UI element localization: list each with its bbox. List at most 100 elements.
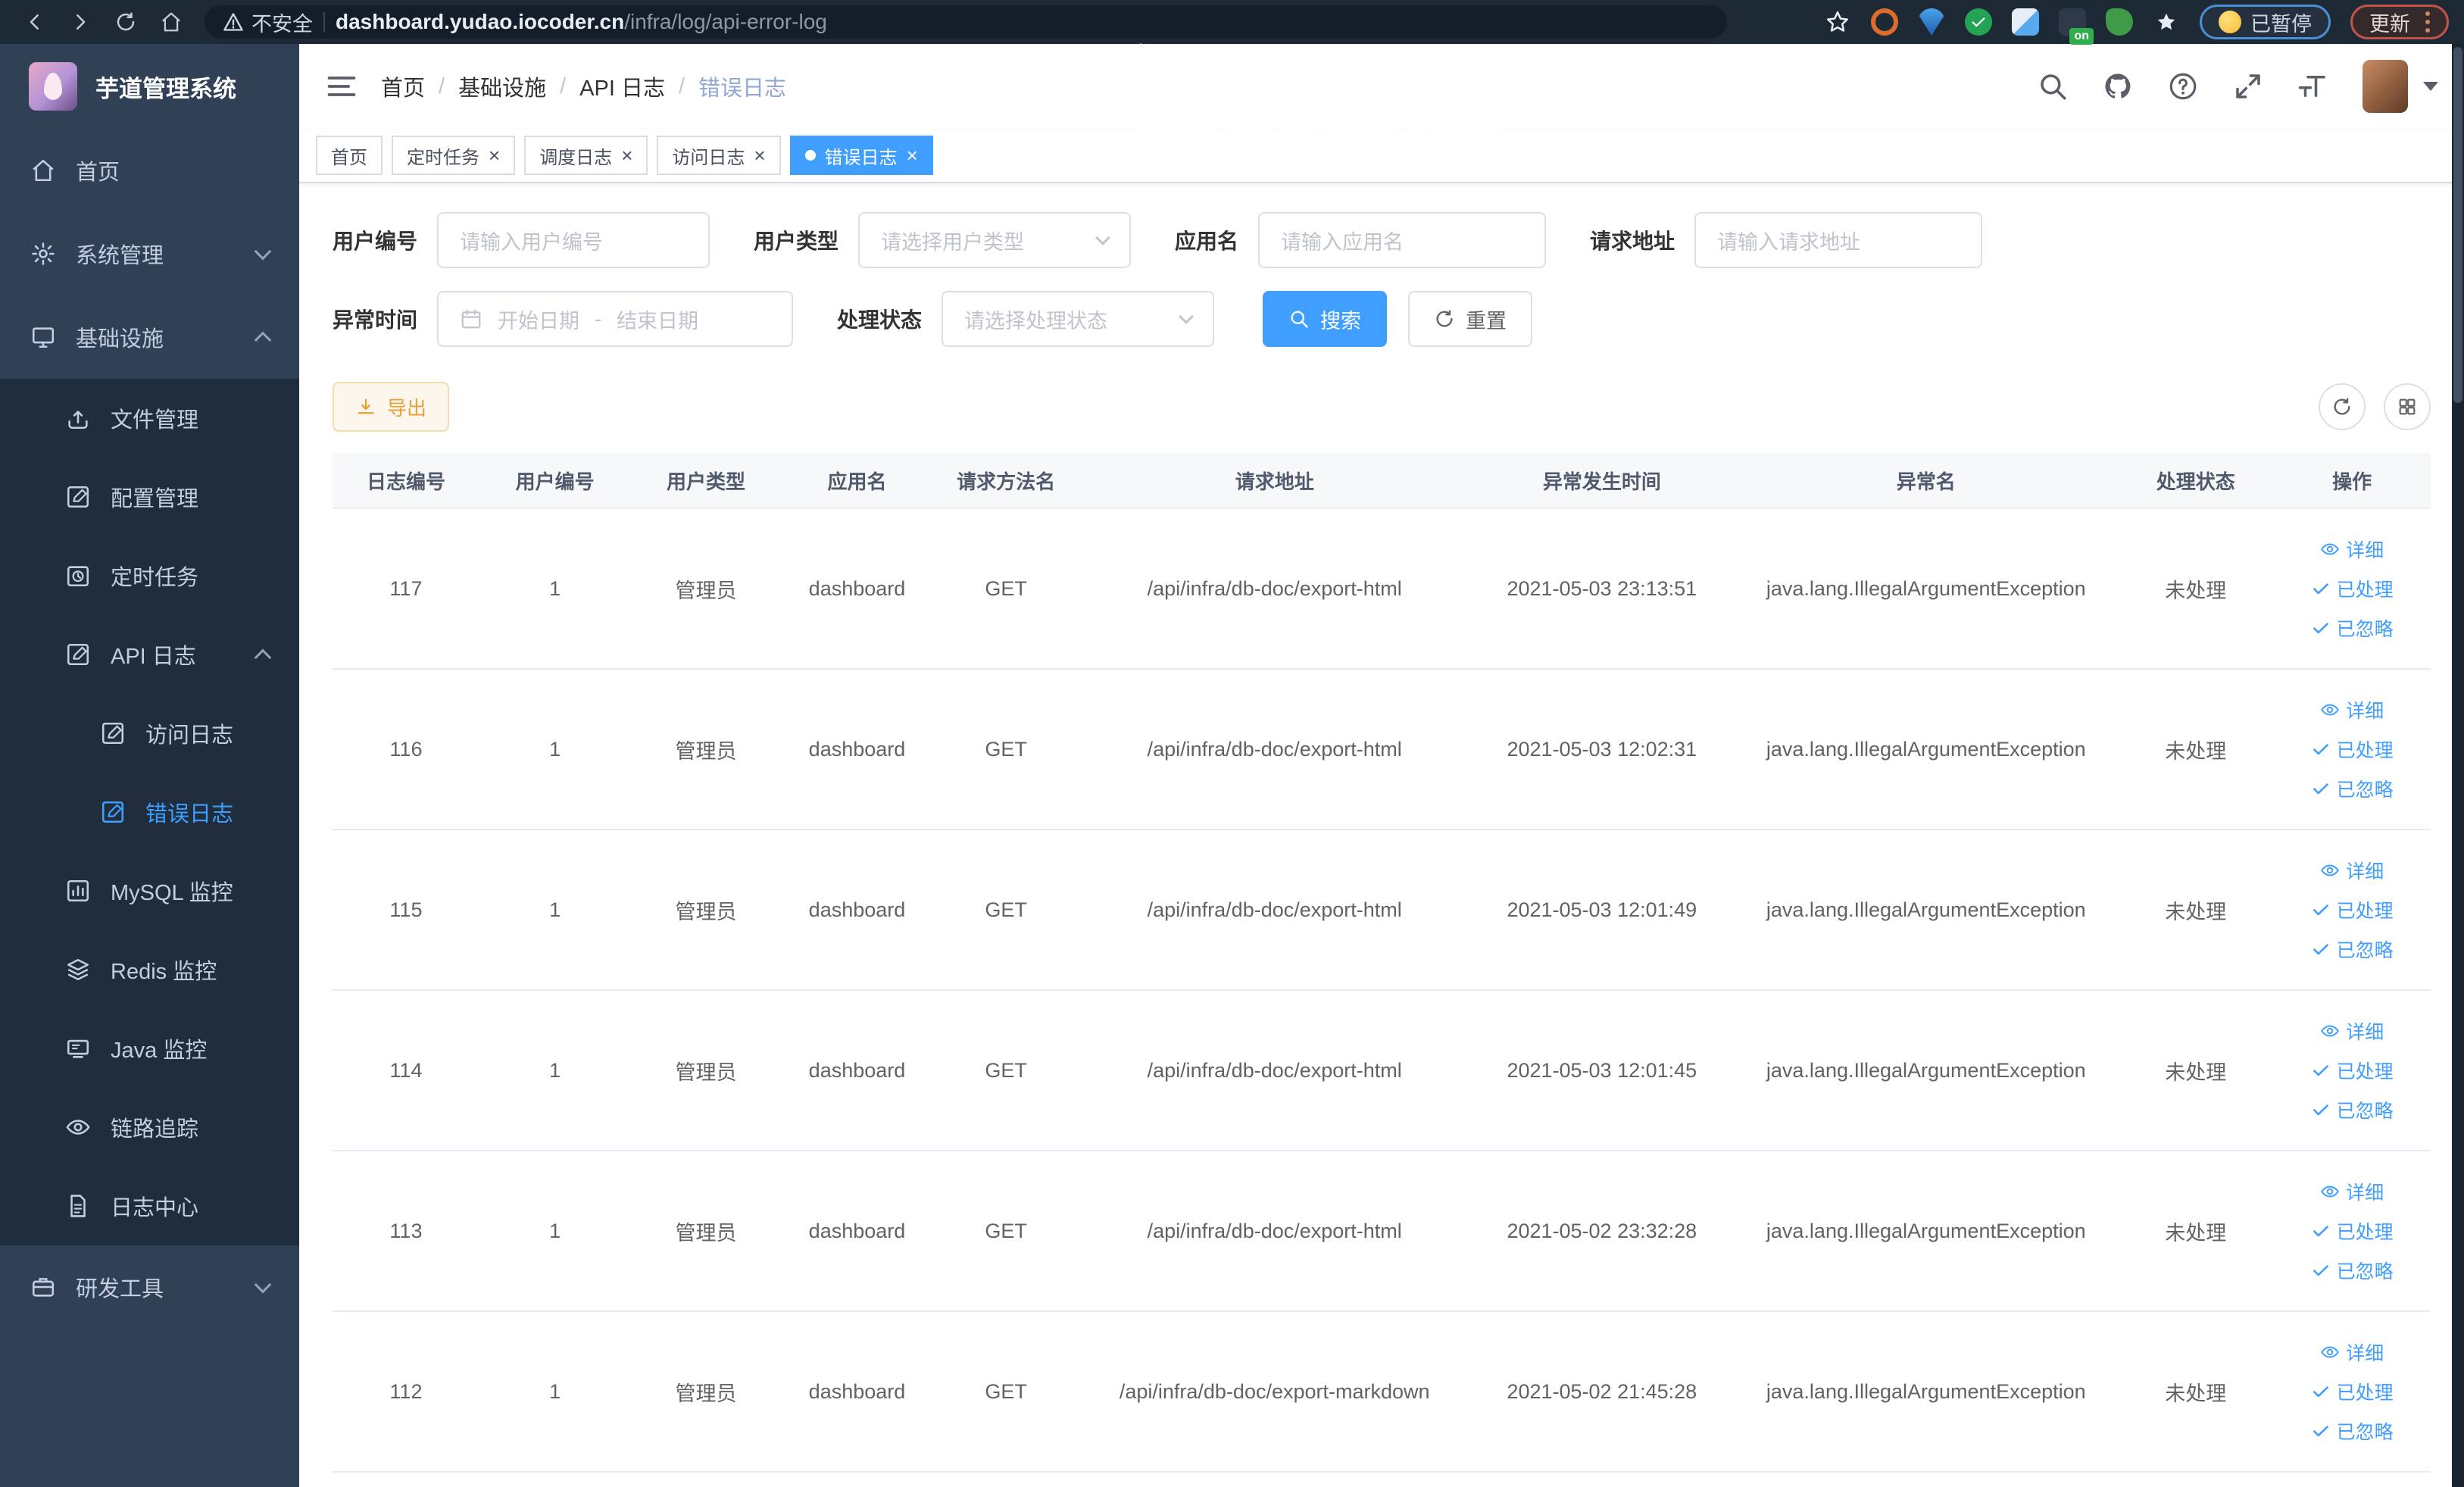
sidebar-item[interactable]: 配置管理: [0, 458, 299, 536]
scrollbar-thumb[interactable]: [2453, 47, 2462, 403]
address-bar[interactable]: 不安全 dashboard.yudao.iocoder.cn/infra/log…: [205, 5, 1727, 39]
sidebar-toggle-icon[interactable]: [325, 70, 358, 103]
sidebar-item[interactable]: 定时任务: [0, 536, 299, 615]
browser-menu-icon[interactable]: [2425, 11, 2430, 33]
mark-processed-link[interactable]: 已处理: [2311, 736, 2394, 763]
sidebar-item[interactable]: 访问日志: [0, 694, 299, 773]
browser-scrollbar[interactable]: [2452, 44, 2464, 1487]
paused-extension-badge[interactable]: 已暂停: [2200, 5, 2331, 39]
refresh-table-button[interactable]: [2319, 383, 2366, 430]
sidebar-item-icon: [100, 799, 126, 825]
mark-processed-link[interactable]: 已处理: [2311, 896, 2394, 923]
tab-close-icon[interactable]: ×: [489, 145, 500, 165]
tab[interactable]: 定时任务 ×: [392, 136, 516, 175]
extension-orange-icon[interactable]: [1871, 8, 1898, 36]
tab[interactable]: 错误日志 ×: [789, 136, 933, 175]
sidebar-item[interactable]: Java 监控: [0, 1009, 299, 1088]
reset-button[interactable]: 重置: [1408, 291, 1533, 347]
help-icon[interactable]: [2167, 70, 2199, 102]
browser-update-button[interactable]: 更新: [2350, 5, 2449, 39]
cell-app-name: dashboard: [808, 1379, 906, 1403]
tab-close-icon[interactable]: ×: [754, 145, 765, 165]
mark-processed-link[interactable]: 已处理: [2311, 575, 2394, 602]
breadcrumb-separator: /: [439, 73, 445, 98]
extension-leaf-icon[interactable]: [2106, 8, 2133, 36]
detail-link[interactable]: 详细: [2320, 536, 2384, 563]
detail-link[interactable]: 详细: [2320, 1178, 2384, 1205]
security-warning[interactable]: 不安全: [223, 8, 313, 37]
sidebar-item[interactable]: 错误日志: [0, 773, 299, 851]
tab[interactable]: 调度日志 ×: [524, 136, 648, 175]
sidebar-item[interactable]: 文件管理: [0, 379, 299, 458]
browser-forward-button[interactable]: [61, 5, 100, 39]
breadcrumb-item[interactable]: 错误日志: [698, 70, 786, 102]
search-button[interactable]: 搜索: [1263, 291, 1388, 347]
process-status-select[interactable]: 请选择处理状态: [942, 291, 1215, 347]
extension-shield-icon[interactable]: [1918, 8, 1945, 36]
mark-ignored-link[interactable]: 已忽略: [2311, 1096, 2394, 1123]
column-settings-button[interactable]: [2384, 383, 2431, 430]
sidebar-item-label: MySQL 监控: [111, 881, 233, 905]
export-button[interactable]: 导出: [333, 382, 450, 432]
extension-grid-icon[interactable]: [2012, 8, 2039, 36]
fullscreen-icon[interactable]: [2232, 70, 2264, 102]
mark-processed-link[interactable]: 已处理: [2311, 1378, 2394, 1405]
detail-link[interactable]: 详细: [2320, 1017, 2384, 1045]
mark-ignored-link[interactable]: 已忽略: [2311, 936, 2394, 963]
bookmark-star-icon[interactable]: [1824, 8, 1851, 36]
sidebar-item[interactable]: API 日志: [0, 615, 299, 694]
request-url-input[interactable]: 请输入请求地址: [1694, 212, 1983, 268]
user-type-select[interactable]: 请选择用户类型: [858, 212, 1132, 268]
sidebar-item[interactable]: 日志中心: [0, 1167, 299, 1245]
caret-down-icon: [2423, 82, 2438, 91]
browser-home-button[interactable]: [151, 5, 191, 39]
font-size-icon[interactable]: [2297, 70, 2329, 102]
github-icon[interactable]: [2102, 70, 2134, 102]
detail-link[interactable]: 详细: [2320, 696, 2384, 723]
tab-close-icon[interactable]: ×: [907, 145, 918, 165]
header-search-icon[interactable]: [2037, 70, 2069, 102]
sidebar-item[interactable]: 链路追踪: [0, 1088, 299, 1167]
check-icon: [2311, 1421, 2331, 1441]
extension-dark-icon[interactable]: on: [2059, 8, 2094, 45]
sidebar-item[interactable]: 系统管理: [0, 212, 299, 295]
app-name-input[interactable]: 请输入应用名: [1258, 212, 1547, 268]
user-id-input[interactable]: 请输入用户编号: [437, 212, 710, 268]
exception-time-range-picker[interactable]: 开始日期 - 结束日期: [437, 291, 794, 347]
sidebar-item[interactable]: MySQL 监控: [0, 851, 299, 930]
mark-processed-link[interactable]: 已处理: [2311, 1057, 2394, 1084]
extension-green-check-icon[interactable]: [1965, 8, 1992, 36]
browser-back-button[interactable]: [15, 5, 55, 39]
tab[interactable]: 访问日志 ×: [657, 136, 781, 175]
breadcrumb-item[interactable]: 基础设施: [458, 70, 546, 102]
detail-link[interactable]: 详细: [2320, 857, 2384, 884]
breadcrumb-item[interactable]: API 日志: [579, 70, 665, 102]
sidebar-item[interactable]: 首页: [0, 129, 299, 212]
mark-ignored-link[interactable]: 已忽略: [2311, 1417, 2394, 1445]
mark-ignored-link[interactable]: 已忽略: [2311, 1257, 2394, 1284]
sidebar-item[interactable]: 研发工具: [0, 1245, 299, 1329]
eye-icon: [2320, 539, 2340, 559]
mark-ignored-link[interactable]: 已忽略: [2311, 775, 2394, 802]
tab-label: 错误日志: [824, 147, 898, 168]
sidebar-item-label: Redis 监控: [111, 960, 217, 984]
check-icon: [2311, 1382, 2331, 1401]
chevron-down-icon: [254, 1276, 272, 1294]
detail-link[interactable]: 详细: [2320, 1339, 2384, 1366]
mark-processed-link[interactable]: 已处理: [2311, 1217, 2394, 1245]
app-logo-row[interactable]: 芋道管理系统: [0, 44, 299, 129]
user-menu[interactable]: [2363, 60, 2438, 113]
tab-close-icon[interactable]: ×: [621, 145, 632, 165]
sidebar-item[interactable]: Redis 监控: [0, 930, 299, 1009]
mark-ignored-link[interactable]: 已忽略: [2311, 614, 2394, 642]
chevron-up-icon: [254, 331, 272, 349]
cell-user-type: 管理员: [675, 1061, 737, 1084]
browser-reload-button[interactable]: [106, 5, 145, 39]
breadcrumb-separator: /: [560, 73, 567, 98]
extension-star-icon[interactable]: [2153, 8, 2180, 36]
sidebar-item[interactable]: 基础设施: [0, 295, 299, 379]
tab[interactable]: 首页 ×: [316, 136, 383, 175]
cell-actions: 详细 已处理 已忽略: [2273, 696, 2431, 802]
breadcrumb-item[interactable]: 首页: [381, 70, 425, 102]
page-content: 用户编号 请输入用户编号 用户类型 请选择用户类型 应用名 请输入应用名 请求地…: [299, 183, 2464, 1487]
